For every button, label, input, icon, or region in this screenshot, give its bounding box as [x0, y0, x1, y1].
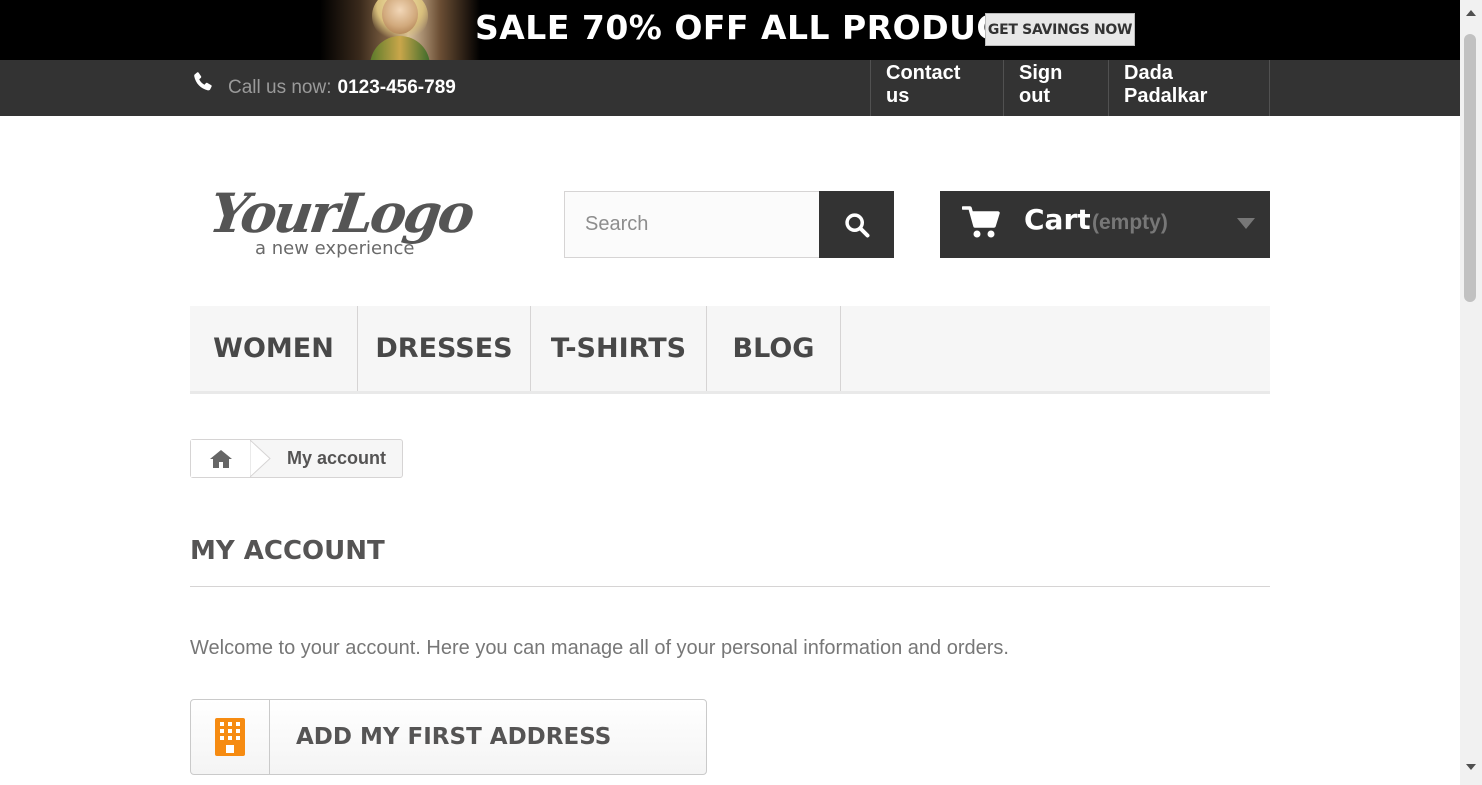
add-first-address-button[interactable]: ADD MY FIRST ADDRESS — [190, 699, 707, 775]
cart-status: (empty) — [1092, 211, 1168, 234]
promo-banner[interactable]: SALE 70% OFF ALL PRODUCTS GET SAVINGS NO… — [0, 0, 1460, 60]
scroll-thumb[interactable] — [1464, 34, 1476, 302]
breadcrumb-separator — [250, 440, 271, 477]
cart-icon — [962, 206, 1000, 238]
call-us: Call us now: 0123-456-789 — [190, 60, 456, 116]
svg-text:YourLogo: YourLogo — [213, 181, 478, 245]
account-user-link[interactable]: Dada Padalkar — [1108, 60, 1270, 116]
scroll-up-arrow[interactable] — [1464, 6, 1478, 20]
menu-item-dresses[interactable]: DRESSES — [358, 306, 531, 391]
svg-text:a new experience: a new experience — [255, 238, 414, 259]
address-icon-box — [191, 700, 270, 774]
cart-button[interactable]: Cart (empty) — [940, 191, 1270, 258]
breadcrumb-home[interactable] — [191, 440, 271, 477]
building-icon — [215, 718, 245, 756]
add-address-label: ADD MY FIRST ADDRESS — [296, 724, 612, 750]
page-scrollbar[interactable] — [1460, 0, 1482, 785]
site-logo[interactable]: YourLogo a new experience — [206, 180, 483, 264]
menu-item-tshirts[interactable]: T-SHIRTS — [531, 306, 707, 391]
get-savings-button[interactable]: GET SAVINGS NOW — [985, 13, 1135, 46]
page-title: MY ACCOUNT — [190, 536, 1270, 587]
scroll-down-arrow[interactable] — [1464, 760, 1478, 774]
account-info-text: Welcome to your account. Here you can ma… — [190, 637, 1009, 659]
search-icon — [844, 212, 869, 237]
promo-model-image — [320, 0, 480, 60]
breadcrumb: My account — [190, 439, 403, 478]
phone-number: 0123-456-789 — [337, 77, 456, 98]
contact-us-link[interactable]: Contact us — [870, 60, 1003, 116]
call-label: Call us now: — [228, 77, 332, 98]
main-menu: WOMEN DRESSES T-SHIRTS BLOG — [190, 306, 1270, 394]
top-nav-links: Contact us Sign out Dada Padalkar — [870, 60, 1270, 116]
menu-item-blog[interactable]: BLOG — [707, 306, 841, 391]
menu-item-women[interactable]: WOMEN — [190, 306, 358, 391]
search-form — [564, 191, 894, 258]
sign-out-link[interactable]: Sign out — [1003, 60, 1108, 116]
home-icon — [210, 449, 232, 468]
cart-label: Cart — [1024, 203, 1091, 236]
phone-icon — [194, 72, 212, 91]
caret-down-icon — [1237, 218, 1255, 229]
breadcrumb-current: My account — [287, 448, 387, 468]
top-nav-bar: Call us now: 0123-456-789 Contact us Sig… — [0, 60, 1460, 116]
search-button[interactable] — [819, 191, 894, 258]
search-input[interactable] — [564, 191, 820, 258]
promo-headline: SALE 70% OFF ALL PRODUCTS — [475, 8, 1049, 47]
